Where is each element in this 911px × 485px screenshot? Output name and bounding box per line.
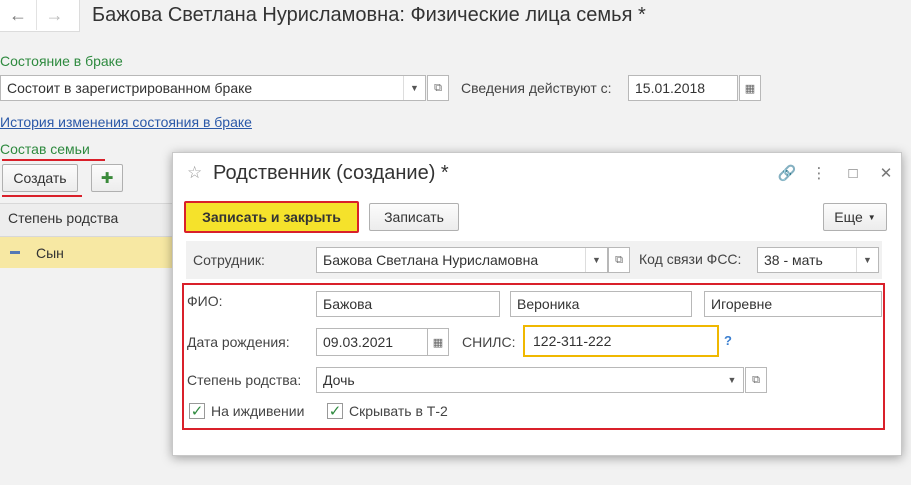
valid-from-value: 15.01.2018 bbox=[635, 80, 706, 96]
snils-value: 122-311-222 bbox=[533, 333, 612, 349]
link-icon[interactable]: 🔗 bbox=[777, 163, 797, 183]
first-name-value: Вероника bbox=[517, 296, 580, 312]
highlight-underline bbox=[2, 159, 105, 161]
last-name-field[interactable]: Бажова bbox=[316, 291, 500, 317]
calendar-icon[interactable]: ▦ bbox=[739, 75, 761, 101]
dialog-title: Родственник (создание) * bbox=[213, 162, 449, 184]
star-icon[interactable]: ☆ bbox=[187, 164, 205, 182]
relation-value: Дочь bbox=[323, 372, 355, 388]
first-name-field[interactable]: Вероника bbox=[510, 291, 692, 317]
hide-t2-checkbox[interactable]: ✓ bbox=[327, 403, 343, 419]
row-relation: Сын bbox=[36, 244, 64, 261]
birth-date-field[interactable]: 09.03.2021 bbox=[316, 328, 428, 356]
dropdown-arrow-icon[interactable]: ▼ bbox=[721, 368, 743, 392]
arrow-right-icon[interactable]: → bbox=[36, 0, 72, 30]
fss-code-select[interactable]: 38 - мать ▼ bbox=[757, 247, 879, 273]
column-header-relation[interactable]: Степень родства bbox=[8, 210, 118, 226]
birth-date-value: 09.03.2021 bbox=[323, 334, 394, 350]
open-icon[interactable]: ⧉ bbox=[427, 75, 449, 101]
dependent-checkbox[interactable]: ✓ bbox=[189, 403, 205, 419]
dropdown-arrow-icon[interactable]: ▼ bbox=[856, 248, 878, 272]
maximize-icon[interactable]: □ bbox=[843, 163, 863, 183]
page-title: Бажова Светлана Нурисламовна: Физические… bbox=[92, 4, 646, 26]
fss-code-label: Код связи ФСС: bbox=[639, 251, 742, 267]
employee-label: Сотрудник: bbox=[193, 252, 265, 268]
valid-from-label: Сведения действуют с: bbox=[461, 80, 612, 96]
chevron-down-icon: ▼ bbox=[867, 212, 876, 222]
relation-select[interactable]: Дочь ▼ bbox=[316, 367, 744, 393]
more-button[interactable]: Еще ▼ bbox=[823, 203, 887, 231]
help-icon[interactable]: ? bbox=[724, 333, 732, 348]
more-button-label: Еще bbox=[834, 209, 863, 225]
more-menu-icon[interactable]: ⋮ bbox=[809, 163, 829, 183]
fio-label: ФИО: bbox=[187, 293, 223, 309]
fss-code-value: 38 - мать bbox=[764, 252, 823, 268]
birth-date-label: Дата рождения: bbox=[187, 334, 290, 350]
nav-buttons: ← → bbox=[0, 0, 80, 32]
save-button[interactable]: Записать bbox=[369, 203, 459, 231]
snils-field[interactable]: 122-311-222 bbox=[523, 325, 719, 357]
highlight-underline-2 bbox=[2, 195, 82, 197]
snils-label: СНИЛС: bbox=[462, 334, 516, 350]
valid-from-field[interactable]: 15.01.2018 bbox=[628, 75, 738, 101]
marital-status-label: Состояние в браке bbox=[0, 53, 123, 69]
last-name-value: Бажова bbox=[323, 296, 373, 312]
row-marker-icon bbox=[10, 251, 20, 254]
checkmark-icon: ✓ bbox=[190, 402, 204, 420]
open-icon[interactable]: ⧉ bbox=[608, 247, 630, 273]
checkmark-icon: ✓ bbox=[328, 402, 342, 420]
create-button[interactable]: Создать bbox=[2, 164, 78, 192]
hide-t2-label: Скрывать в Т-2 bbox=[349, 403, 448, 419]
arrow-left-icon[interactable]: ← bbox=[0, 0, 36, 30]
marital-status-select[interactable]: Состоит в зарегистрированном браке ▼ bbox=[0, 75, 426, 101]
add-document-icon[interactable]: ✚ bbox=[91, 164, 123, 192]
table-row[interactable]: Сын bbox=[0, 237, 180, 268]
employee-select[interactable]: Бажова Светлана Нурисламовна ▼ bbox=[316, 247, 608, 273]
table-header: Степень родства bbox=[0, 203, 180, 237]
calendar-icon[interactable]: ▦ bbox=[427, 328, 449, 356]
save-and-close-button[interactable]: Записать и закрыть bbox=[184, 201, 359, 233]
relative-dialog: ☆ Родственник (создание) * 🔗 ⋮ □ ✕ Запис… bbox=[172, 152, 902, 456]
dropdown-arrow-icon[interactable]: ▼ bbox=[585, 248, 607, 272]
close-icon[interactable]: ✕ bbox=[876, 163, 896, 183]
employee-value: Бажова Светлана Нурисламовна bbox=[323, 252, 539, 268]
patronymic-field[interactable]: Игоревне bbox=[704, 291, 882, 317]
marital-history-link[interactable]: История изменения состояния в браке bbox=[0, 114, 252, 130]
family-section-label: Состав семьи bbox=[0, 141, 90, 157]
relation-label: Степень родства: bbox=[187, 372, 302, 388]
marital-status-value: Состоит в зарегистрированном браке bbox=[7, 80, 253, 96]
open-icon[interactable]: ⧉ bbox=[745, 367, 767, 393]
dependent-label: На иждивении bbox=[211, 403, 305, 419]
patronymic-value: Игоревне bbox=[711, 296, 773, 312]
dropdown-arrow-icon[interactable]: ▼ bbox=[403, 76, 425, 100]
